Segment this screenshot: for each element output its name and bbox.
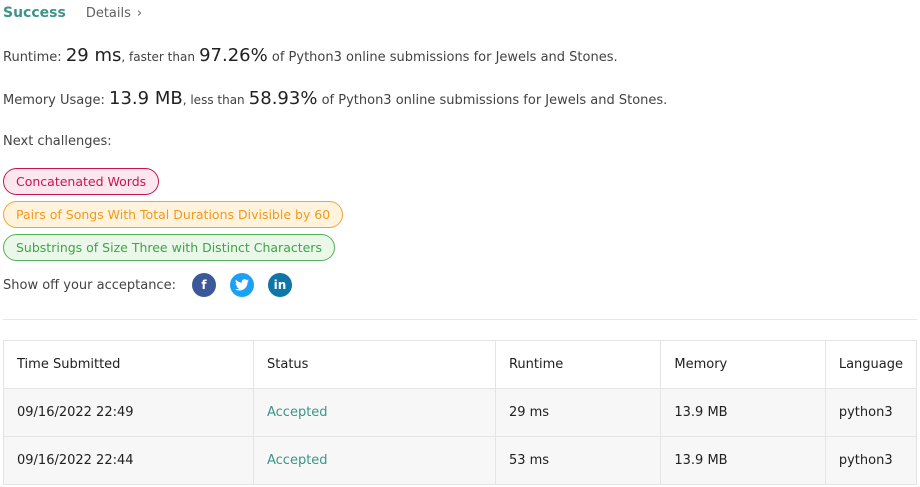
linkedin-glyph: in xyxy=(273,278,287,292)
twitter-icon[interactable] xyxy=(230,273,254,297)
col-status[interactable]: Status xyxy=(253,340,496,389)
memory-percent: 58.93% xyxy=(248,88,318,109)
table-row: 09/16/2022 22:44 Accepted 53 ms 13.9 MB … xyxy=(3,436,918,485)
table-row: 09/16/2022 22:49 Accepted 29 ms 13.9 MB … xyxy=(3,388,918,437)
cell-runtime: 53 ms xyxy=(494,436,662,485)
table-header-row: Time Submitted Status Runtime Memory Lan… xyxy=(3,340,918,389)
memory-suffix: of Python3 online submissions for Jewels… xyxy=(321,93,668,108)
facebook-glyph: f xyxy=(201,278,207,292)
memory-comparison: , less than xyxy=(182,93,245,107)
cell-language: python3 xyxy=(824,436,918,485)
share-label: Show off your acceptance: xyxy=(3,278,176,293)
runtime-percent: 97.26% xyxy=(199,45,268,66)
cell-memory: 13.9 MB xyxy=(660,388,826,437)
col-language[interactable]: Language xyxy=(824,340,918,389)
runtime-value: 29 ms xyxy=(65,45,122,66)
cell-language: python3 xyxy=(824,388,918,437)
cell-status[interactable]: Accepted xyxy=(253,436,496,485)
chevron-right-icon: › xyxy=(136,6,143,21)
cell-runtime: 29 ms xyxy=(494,388,662,437)
submissions-table: Time Submitted Status Runtime Memory Lan… xyxy=(3,340,918,485)
memory-label: Memory Usage: xyxy=(3,93,105,108)
facebook-icon[interactable]: f xyxy=(192,273,216,297)
col-runtime[interactable]: Runtime xyxy=(494,340,662,389)
details-label: Details xyxy=(85,6,131,21)
runtime-suffix: of Python3 online submissions for Jewels… xyxy=(271,50,618,65)
col-memory[interactable]: Memory xyxy=(660,340,826,389)
challenge-chip-substrings-size-three[interactable]: Substrings of Size Three with Distinct C… xyxy=(3,234,335,261)
result-header: Success Details › xyxy=(3,5,142,21)
memory-value: 13.9 MB xyxy=(109,88,183,109)
cell-time: 09/16/2022 22:44 xyxy=(3,436,254,485)
runtime-label: Runtime: xyxy=(3,50,62,65)
cell-memory: 13.9 MB xyxy=(660,436,826,485)
cell-time: 09/16/2022 22:49 xyxy=(3,388,254,437)
cell-status[interactable]: Accepted xyxy=(253,388,496,437)
challenge-chip-concatenated-words[interactable]: Concatenated Words xyxy=(3,168,160,195)
memory-stat: Memory Usage: 13.9 MB, less than 58.93% … xyxy=(3,88,667,109)
status-label: Success xyxy=(3,5,66,21)
col-time-submitted[interactable]: Time Submitted xyxy=(3,340,254,389)
challenge-chip-pairs-of-songs[interactable]: Pairs of Songs With Total Durations Divi… xyxy=(3,201,344,228)
section-divider xyxy=(3,319,917,320)
runtime-comparison: , faster than xyxy=(121,50,195,64)
twitter-bird-glyph xyxy=(235,279,249,291)
details-link[interactable]: Details › xyxy=(86,6,142,21)
next-challenges-label: Next challenges: xyxy=(3,134,112,149)
linkedin-icon[interactable]: in xyxy=(268,273,292,297)
runtime-stat: Runtime: 29 ms, faster than 97.26% of Py… xyxy=(3,45,618,66)
